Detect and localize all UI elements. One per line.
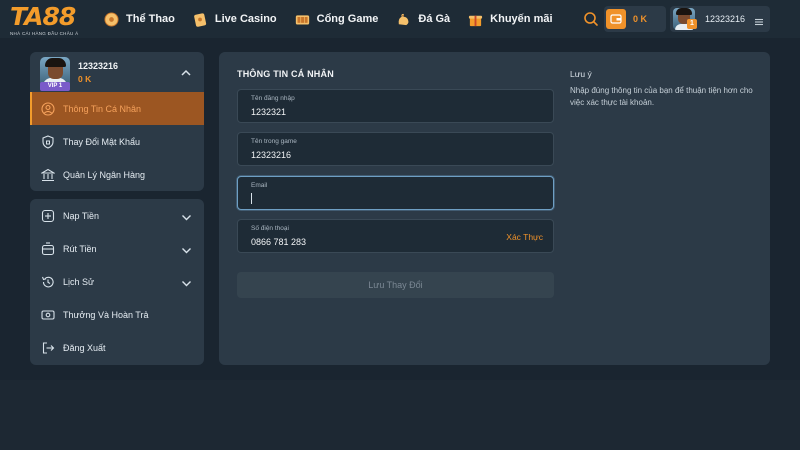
rooster-icon — [396, 12, 411, 27]
field-label: Tên đăng nhập — [251, 95, 295, 102]
field-value: 0866 781 283 — [251, 237, 307, 247]
vip-badge: VIP 1 — [40, 82, 70, 91]
sidebar-item-rebate[interactable]: Thưởng Và Hoàn Trả — [30, 298, 204, 331]
nav-promotions-label: Khuyến mãi — [490, 13, 553, 25]
field-label: Số điện thoại — [251, 225, 289, 232]
game-name-field[interactable]: Tên trong game 12323216 — [237, 132, 554, 166]
main-nav: Thể Thao Live Casino Cổng Game Đá Gà Khu… — [104, 0, 571, 38]
logout-icon — [41, 341, 55, 355]
sidebar-item-history[interactable]: Lịch Sử — [30, 265, 204, 298]
deposit-icon — [41, 209, 55, 223]
sidebar-item-label: Thay Đổi Mật Khẩu — [63, 136, 141, 147]
sidebar-item-label: Thông Tin Cá Nhân — [63, 103, 142, 114]
logo-tagline: NHÀ CÁI HÀNG ĐẦU CHÂU Á — [10, 31, 79, 36]
nav-sports[interactable]: Thể Thao — [104, 11, 175, 27]
sidebar-item-bank[interactable]: Quản Lý Ngân Hàng — [30, 158, 204, 191]
top-header: TA88 NHÀ CÁI HÀNG ĐẦU CHÂU Á Thể Thao Li… — [0, 0, 800, 38]
sidebar-item-deposit[interactable]: Nạp Tiền — [30, 199, 204, 232]
nav-cockfight[interactable]: Đá Gà — [396, 12, 450, 27]
nav-sports-label: Thể Thao — [126, 13, 175, 25]
personal-info-panel: THÔNG TIN CÁ NHÂN Tên đăng nhập 1232321 … — [219, 52, 770, 365]
profile-summary[interactable]: VIP 1 12323216 0 K — [30, 52, 204, 92]
sidebar-item-label: Rút Tiền — [63, 243, 97, 254]
search-icon[interactable] — [582, 10, 600, 28]
gift-icon — [468, 12, 483, 27]
note-title: Lưu ý — [570, 69, 592, 79]
save-changes-button[interactable]: Lưu Thay Đổi — [237, 272, 554, 298]
chevron-down-icon[interactable] — [181, 210, 192, 221]
sidebar-item-label: Quản Lý Ngân Hàng — [63, 169, 146, 180]
page-footer — [0, 380, 800, 450]
verify-phone-button[interactable]: Xác Thực — [506, 232, 543, 242]
header-username: 12323216 — [705, 14, 746, 24]
sidebar-item-label: Nạp Tiền — [63, 210, 100, 221]
sidebar-item-logout[interactable]: Đăng Xuất — [30, 331, 204, 364]
nav-cockfight-label: Đá Gà — [418, 13, 451, 25]
soccer-ball-icon — [104, 11, 119, 27]
field-value: 1232321 — [251, 107, 287, 117]
chevron-down-icon[interactable] — [181, 243, 192, 254]
note-text: Nhập đúng thông tin của bạn để thuận tiệ… — [570, 86, 753, 107]
playing-card-icon — [193, 12, 208, 27]
user-level-badge: 1 — [687, 19, 697, 29]
field-label: Email — [251, 182, 268, 189]
nav-game-portal-label: Cổng Game — [316, 13, 379, 25]
menu-card: Nạp Tiền Rút Tiền Lịch Sử Thưởng Và Hoàn… — [30, 199, 204, 365]
menu-icon[interactable] — [754, 14, 764, 26]
withdraw-icon — [41, 241, 55, 256]
bank-icon — [41, 168, 55, 182]
nav-game-portal[interactable]: Cổng Game — [295, 12, 379, 27]
profile-username: 12323216 — [78, 61, 119, 71]
ta88-logo[interactable]: TA88 NHÀ CÁI HÀNG ĐẦU CHÂU Á — [10, 4, 100, 38]
page-title: THÔNG TIN CÁ NHÂN — [237, 69, 334, 79]
sidebar-item-label: Lịch Sử — [63, 276, 95, 287]
wallet-icon — [606, 9, 626, 29]
user-circle-icon — [41, 101, 55, 116]
account-card: VIP 1 12323216 0 K Thông Tin Cá Nhân Tha… — [30, 52, 204, 191]
rebate-icon — [41, 308, 55, 322]
text-cursor — [251, 193, 252, 204]
balance-widget[interactable]: 0 K — [604, 6, 666, 32]
sidebar-item-label: Đăng Xuất — [63, 342, 106, 353]
nav-live-casino-label: Live Casino — [214, 13, 277, 25]
nav-promotions[interactable]: Khuyến mãi — [468, 12, 553, 27]
sidebar-item-withdraw[interactable]: Rút Tiền — [30, 232, 204, 265]
phone-field[interactable]: Số điện thoại 0866 781 283 Xác Thực — [237, 219, 554, 253]
logo-text: TA88 — [10, 2, 76, 31]
shield-lock-icon — [41, 134, 55, 149]
sidebar-item-personal-info[interactable]: Thông Tin Cá Nhân — [30, 92, 204, 125]
profile-balance: 0 K — [78, 74, 92, 84]
sidebar-item-label: Thưởng Và Hoàn Trả — [63, 309, 149, 320]
chevron-up-icon[interactable] — [180, 66, 192, 78]
history-icon — [41, 275, 55, 289]
slot-machine-icon — [295, 12, 310, 27]
chevron-down-icon[interactable] — [181, 276, 192, 287]
field-label: Tên trong game — [251, 138, 297, 145]
header-balance: 0 K — [633, 14, 648, 24]
user-menu[interactable]: 1 12323216 — [670, 6, 770, 32]
nav-live-casino[interactable]: Live Casino — [193, 12, 277, 27]
field-value: 12323216 — [251, 150, 292, 160]
sidebar-item-change-password[interactable]: Thay Đổi Mật Khẩu — [30, 125, 204, 158]
email-field[interactable]: Email — [237, 176, 554, 210]
login-name-field[interactable]: Tên đăng nhập 1232321 — [237, 89, 554, 123]
